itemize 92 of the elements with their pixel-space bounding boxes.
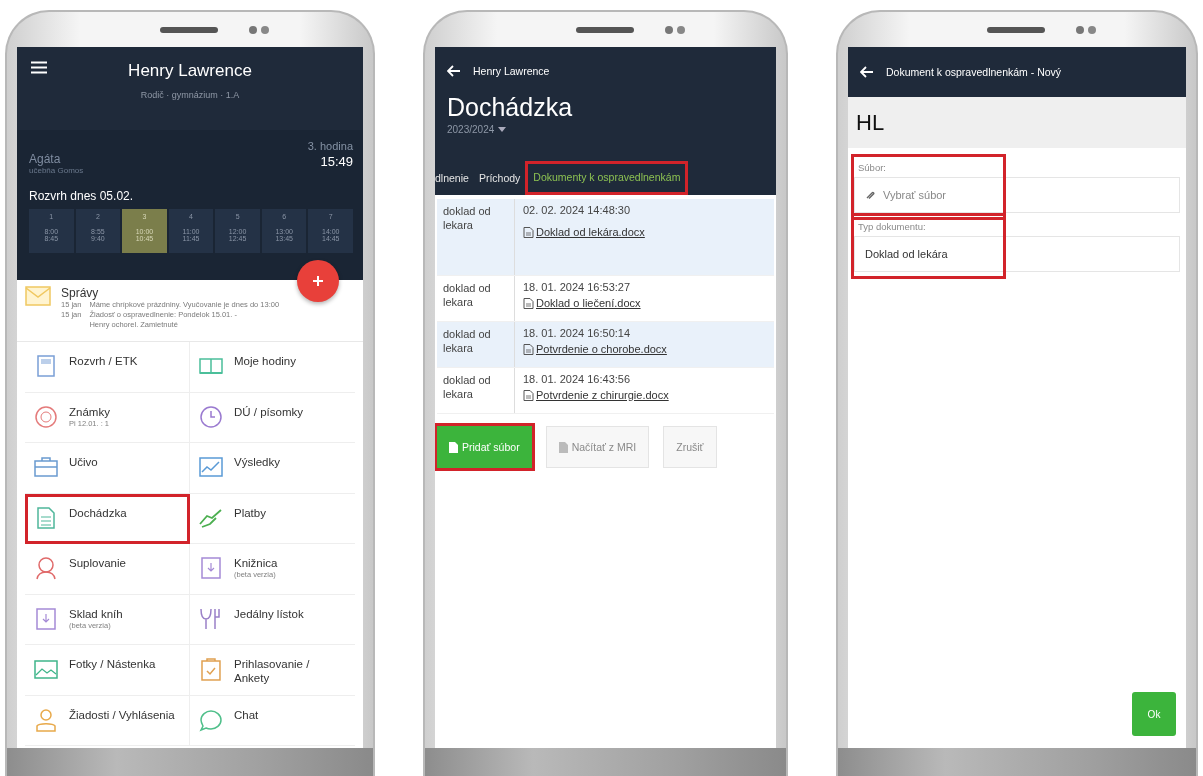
menu-tile[interactable]: Suplovanie <box>25 544 190 595</box>
menu-tile[interactable]: Rozvrh / ETK <box>25 342 190 393</box>
menu-icon[interactable] <box>31 61 47 74</box>
tile-label: Moje hodiny <box>234 354 296 368</box>
room-name: učebňa Gomos <box>29 166 84 175</box>
tile-label: Prihlasovanie / Ankety <box>233 657 311 685</box>
tab[interactable]: Príchody <box>473 161 526 195</box>
chat-bubble-icon <box>198 707 224 732</box>
back-arrow-icon[interactable] <box>860 66 874 78</box>
file-picker[interactable]: Vybrať súbor <box>854 177 1180 213</box>
tile-label: Fotky / Nástenka <box>69 657 156 671</box>
tab[interactable]: dlnenie <box>435 161 474 195</box>
table-cell-text: 02. 02. 2024 14:48:30 <box>523 204 632 216</box>
year-dropdown[interactable]: 2023/2024 <box>435 122 519 137</box>
envelope-icon <box>25 286 51 306</box>
download-box-icon <box>33 606 59 631</box>
file-link[interactable]: Doklad od lekára.docx <box>523 226 645 238</box>
tab[interactable]: Dokumenty k ospravedlnenkám <box>525 161 689 195</box>
table-cell: doklad od lekara <box>437 368 515 413</box>
table-cell-text: 18. 01. 2024 16:53:27 <box>523 281 632 293</box>
tile-label: Výsledky <box>234 455 281 469</box>
file-link[interactable]: Doklad o liečení.docx <box>523 297 641 309</box>
tile-label: Knižnica <box>234 556 278 570</box>
page-title: Dochádzka <box>446 93 574 122</box>
schedule-title: Rozvrh dnes 05.02. <box>29 189 135 203</box>
clock-icon <box>198 404 224 429</box>
menu-tile[interactable]: Prihlasovanie / Ankety <box>190 645 355 696</box>
tile-label: Suplovanie <box>69 556 126 570</box>
speaker-grille <box>160 26 218 33</box>
grade-circle-icon <box>33 404 59 429</box>
header-title: Dokument k ospravedlnenkám - Nový <box>886 66 1062 78</box>
user-icon <box>33 707 59 732</box>
file-icon <box>523 297 534 309</box>
table-cell-text: 18. 01. 2024 16:50:14 <box>523 327 632 339</box>
tile-label: Jedálny lístok <box>234 606 304 621</box>
tile-label: Známky <box>69 404 110 419</box>
table-cell: doklad od lekara <box>437 199 515 275</box>
file-icon <box>449 441 458 453</box>
menu-tile[interactable]: Dochádzka <box>25 493 190 544</box>
field-label: Typ dokumentu: <box>857 220 927 234</box>
add-button[interactable] <box>297 260 339 302</box>
table-cell: doklad od lekara <box>437 276 515 321</box>
initials: HL <box>856 109 885 136</box>
header-title: Henry Lawrence <box>473 65 550 77</box>
download-box-icon <box>198 556 224 580</box>
speaker-grille <box>575 26 634 33</box>
tile-label: DÚ / písomky <box>234 404 303 419</box>
clock-time: 15:49 <box>319 154 353 169</box>
camera-icon <box>663 24 686 35</box>
file-link[interactable]: Potvrdenie o chorobe.docx <box>523 343 667 355</box>
file-link[interactable]: Potvrdenie z chirurgie.docx <box>523 389 669 401</box>
tile-label: Žiadosti / Vyhlásenia <box>69 707 175 722</box>
file-icon <box>558 441 568 453</box>
file-icon <box>523 343 534 355</box>
tile-label: Rozvrh / ETK <box>69 354 138 368</box>
table-cell-text: 18. 01. 2024 16:43:56 <box>523 373 632 385</box>
chart-icon <box>198 455 224 479</box>
speaker-grille <box>987 26 1045 33</box>
picture-icon <box>33 657 59 681</box>
paperclip-icon <box>865 190 875 200</box>
menu-tile[interactable]: Fotky / Nástenka <box>25 645 190 696</box>
select-field[interactable]: Doklad od lekára <box>854 236 1180 272</box>
menu-tile[interactable]: Žiadosti / Vyhlásenia <box>25 695 190 746</box>
menu-tile[interactable]: Platby <box>190 493 355 544</box>
menu-tile[interactable]: Jedálny lístok <box>190 594 355 645</box>
tile-label: Platby <box>234 505 266 520</box>
camera-icon <box>248 24 270 35</box>
menu-tile[interactable]: Chat <box>190 695 355 746</box>
menu-tile[interactable]: Výsledky <box>190 443 355 494</box>
menu-tile[interactable]: DÚ / písomky <box>190 392 355 443</box>
messages-title: Správy <box>61 286 100 300</box>
tile-label: Sklad kníh <box>69 606 123 621</box>
plus-icon <box>312 275 324 287</box>
user-role: Rodič · gymnázium · 1.A <box>139 90 241 100</box>
field-label: Súbor: <box>857 161 887 175</box>
menu-tile[interactable]: Učivo <box>25 443 190 494</box>
menu-tile[interactable]: Moje hodiny <box>190 342 355 393</box>
person-icon <box>33 556 59 580</box>
back-arrow-icon[interactable] <box>447 65 461 77</box>
teacher-name: Agáta <box>29 152 62 166</box>
table-cell: doklad od lekara <box>437 322 515 367</box>
tile-label: Dochádzka <box>69 505 127 520</box>
file-icon <box>523 389 534 401</box>
user-name: Henry Lawrence <box>127 61 253 81</box>
lesson-number: 3. hodina <box>307 140 353 152</box>
camera-icon <box>1075 24 1097 35</box>
clipboard-icon <box>198 657 224 681</box>
file-icon <box>523 226 534 238</box>
tile-label: Učivo <box>69 455 98 469</box>
tile-label: Chat <box>234 707 259 722</box>
caret-icon <box>498 127 507 132</box>
briefcase-icon <box>33 455 59 479</box>
